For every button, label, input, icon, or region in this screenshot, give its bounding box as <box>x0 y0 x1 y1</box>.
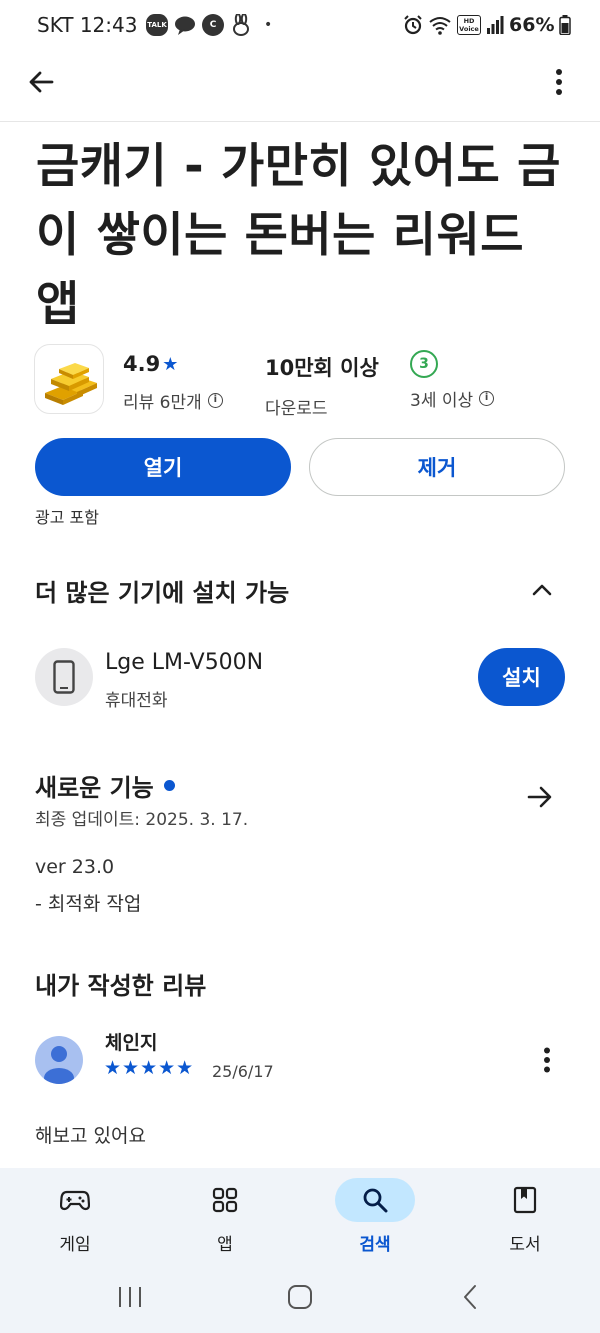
home-icon <box>288 1285 312 1309</box>
recent-apps-button[interactable] <box>105 1275 155 1319</box>
age-rating-badge: 3 <box>410 350 438 378</box>
rating-block[interactable]: 4.9 ★ 리뷰 6만개 i <box>123 352 223 413</box>
reviews-count: 리뷰 6만개 <box>123 393 202 413</box>
review-text: 해보고 있어요 <box>35 1125 146 1147</box>
nav-label-search: 검색 <box>359 1235 391 1255</box>
arrow-back-icon <box>29 71 54 93</box>
wifi-icon <box>429 17 451 35</box>
c-icon: C <box>202 14 224 36</box>
star-icon: ★ <box>162 353 179 375</box>
nav-pill-search-active <box>335 1178 415 1222</box>
search-icon <box>363 1188 388 1213</box>
my-review-title: 내가 작성한 리뷰 <box>35 972 207 1000</box>
notification-icons: TALK C • <box>146 14 272 36</box>
info-icon: i <box>479 391 495 406</box>
nav-pill-books <box>485 1178 565 1222</box>
nav-item-search[interactable]: 검색 <box>300 1168 450 1263</box>
info-icon: i <box>207 393 223 408</box>
system-navigation-bar <box>0 1263 600 1333</box>
arrow-forward-icon <box>527 786 552 808</box>
device-icon-container <box>35 648 93 706</box>
app-icon <box>34 344 104 414</box>
review-date: 25/6/17 <box>212 1062 274 1081</box>
install-button[interactable]: 설치 <box>478 648 565 706</box>
nav-pill-games <box>35 1178 115 1222</box>
gold-bars-icon <box>45 363 97 405</box>
device-name: Lge LM-V500N <box>105 650 264 675</box>
alarm-icon <box>404 15 422 35</box>
reviewer-name: 체인지 <box>105 1032 158 1054</box>
home-button[interactable] <box>275 1275 325 1319</box>
version-text: ver 23.0 <box>35 856 115 878</box>
nav-item-apps[interactable]: 앱 <box>150 1168 300 1263</box>
apps-grid-icon <box>212 1187 238 1213</box>
battery-icon <box>559 15 572 35</box>
whats-new-header[interactable]: 새로운 기능 <box>35 768 175 803</box>
status-bar: SKT 12:43 TALK C • HD Voice 66% <box>0 0 600 52</box>
signal-icon <box>487 16 504 34</box>
nav-item-games[interactable]: 게임 <box>0 1168 150 1263</box>
more-notifications-dot: • <box>264 17 273 33</box>
battery-percent: 66% <box>509 14 555 36</box>
smartphone-icon <box>53 660 75 694</box>
nav-item-books[interactable]: 도서 <box>450 1168 600 1263</box>
hd-voice-icon: HD Voice <box>457 15 481 35</box>
chat-bubble-icon <box>175 16 195 35</box>
more-vert-icon <box>556 69 562 95</box>
chevron-left-icon <box>464 1285 476 1309</box>
rabbit-icon <box>233 14 249 36</box>
downloads-label: 다운로드 <box>265 399 328 419</box>
uninstall-button[interactable]: 제거 <box>309 438 565 496</box>
whats-new-title: 새로운 기능 <box>35 774 154 802</box>
back-button[interactable] <box>17 58 65 106</box>
downloads-block: 10만회 이상 다운로드 <box>265 352 379 419</box>
person-icon <box>44 1046 74 1084</box>
open-button[interactable]: 열기 <box>35 438 291 496</box>
chevron-up-icon <box>532 584 552 596</box>
downloads-count: 10만회 이상 <box>265 356 379 380</box>
talk-icon: TALK <box>146 14 168 36</box>
review-more-button[interactable] <box>530 1040 564 1080</box>
nav-label-apps: 앱 <box>217 1235 233 1255</box>
collapse-button[interactable] <box>522 570 562 610</box>
avatar <box>35 1036 83 1084</box>
last-updated: 최종 업데이트: 2025. 3. 17. <box>35 810 249 830</box>
status-time: SKT 12:43 <box>37 13 138 37</box>
nav-label-books: 도서 <box>509 1235 541 1255</box>
more-vert-icon <box>544 1047 550 1073</box>
age-rating-label: 3세 이상 <box>410 391 474 411</box>
nav-pill-apps <box>185 1178 265 1222</box>
gamepad-icon <box>60 1190 90 1211</box>
system-status-icons: HD Voice 66% <box>403 14 572 36</box>
recent-apps-icon <box>119 1287 141 1307</box>
more-options-button[interactable] <box>535 58 583 106</box>
bottom-navigation: 게임 앱 검색 도서 <box>0 1168 600 1263</box>
age-rating-block[interactable]: 3 3세 이상 i <box>410 350 495 411</box>
device-type: 휴대전화 <box>105 691 168 711</box>
whats-new-arrow-button[interactable] <box>520 777 560 817</box>
app-title: 금캐기 - 가만히 있어도 금이 쌓이는 돈버는 리워드 앱 <box>36 139 561 332</box>
nav-label-games: 게임 <box>59 1235 91 1255</box>
book-icon <box>513 1186 537 1214</box>
contains-ads-label: 광고 포함 <box>35 508 99 527</box>
new-indicator-dot <box>163 780 175 791</box>
review-stars: ★★★★★ <box>104 1057 195 1079</box>
release-notes: - 최적화 작업 <box>35 893 142 915</box>
rating-value: 4.9 <box>123 352 161 376</box>
app-bar <box>0 52 600 122</box>
devices-section-title: 더 많은 기기에 설치 가능 <box>35 579 290 607</box>
system-back-button[interactable] <box>445 1275 495 1319</box>
